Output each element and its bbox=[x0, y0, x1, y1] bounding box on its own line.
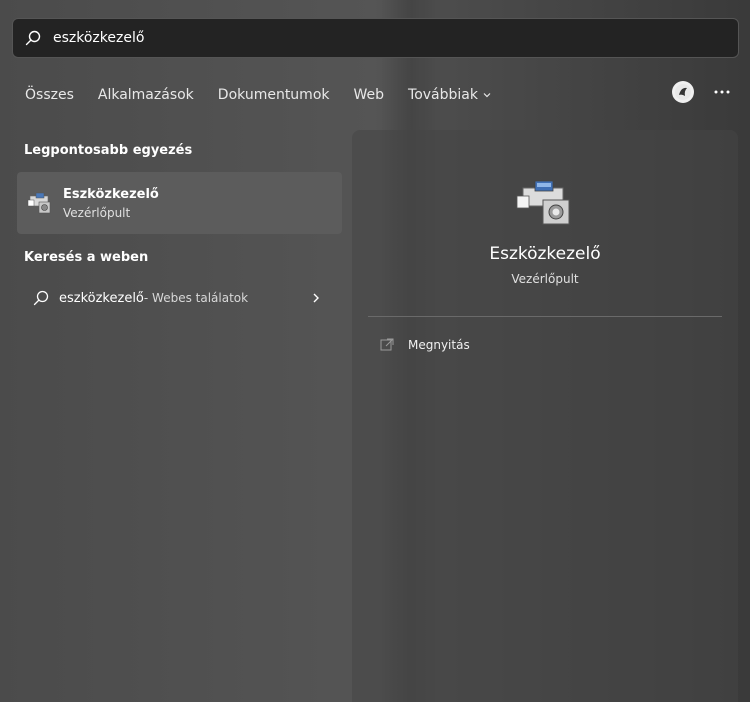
best-match-text: Eszközkezelő Vezérlőpult bbox=[63, 187, 159, 220]
tab-more[interactable]: Továbbiak bbox=[408, 87, 492, 103]
open-external-icon bbox=[380, 338, 394, 352]
tab-documents[interactable]: Dokumentumok bbox=[218, 87, 330, 103]
tab-web[interactable]: Web bbox=[354, 87, 385, 103]
web-search-result[interactable]: eszközkezelő - Webes találatok bbox=[17, 282, 342, 314]
more-options-icon[interactable] bbox=[712, 82, 732, 102]
search-icon bbox=[13, 18, 53, 58]
tab-all[interactable]: Összes bbox=[25, 87, 74, 103]
best-match-name: Eszközkezelő bbox=[63, 186, 159, 202]
chevron-right-icon[interactable] bbox=[306, 288, 326, 308]
account-avatar-icon[interactable] bbox=[672, 81, 694, 103]
search-box[interactable] bbox=[12, 18, 739, 58]
search-icon bbox=[31, 288, 51, 308]
chevron-down-icon bbox=[482, 90, 492, 100]
device-manager-icon bbox=[515, 178, 573, 226]
tab-apps[interactable]: Alkalmazások bbox=[98, 87, 194, 103]
device-manager-icon bbox=[27, 190, 53, 216]
best-match-heading: Legpontosabb egyezés bbox=[24, 143, 193, 158]
search-input[interactable] bbox=[53, 19, 693, 57]
best-match-subtitle: Vezérlőpult bbox=[63, 205, 131, 220]
best-match-result[interactable]: Eszközkezelő Vezérlőpult bbox=[17, 172, 342, 234]
preview-subtitle: Vezérlőpult bbox=[511, 272, 579, 286]
web-search-query: eszközkezelő bbox=[59, 290, 144, 306]
header-actions bbox=[672, 81, 732, 103]
web-search-heading: Keresés a weben bbox=[24, 250, 149, 265]
preview-pane: Eszközkezelő Vezérlőpult Megnyitás bbox=[352, 130, 738, 702]
preview-title: Eszközkezelő bbox=[489, 244, 601, 264]
filter-tabs: Összes Alkalmazások Dokumentumok Web Tov… bbox=[25, 84, 516, 106]
web-search-suffix: - Webes találatok bbox=[143, 291, 249, 305]
preview-divider bbox=[368, 316, 722, 317]
open-action-label: Megnyitás bbox=[408, 338, 470, 352]
tab-more-label: Továbbiak bbox=[408, 87, 478, 103]
open-action[interactable]: Megnyitás bbox=[380, 338, 470, 352]
